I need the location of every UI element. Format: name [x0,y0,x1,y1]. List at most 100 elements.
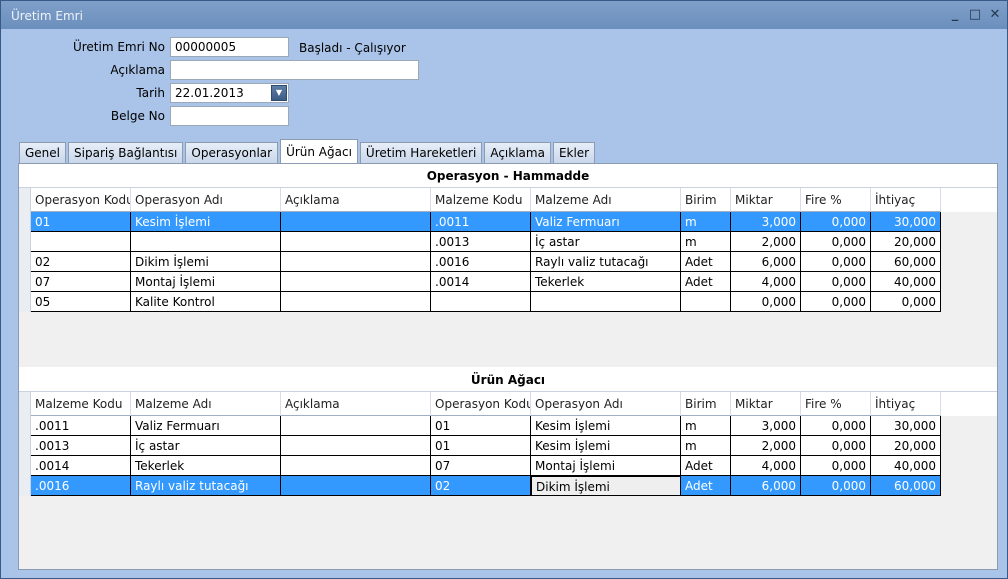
table-cell[interactable] [281,252,431,272]
row-indicator[interactable] [19,456,31,476]
table-cell[interactable]: 0,000 [871,292,941,312]
table-cell[interactable]: 40,000 [871,272,941,292]
table-cell[interactable] [281,212,431,232]
table-row[interactable]: 01 Kesim İşlemi .0011 Valiz Fermuarı m 3,000 0… [19,212,997,232]
column-header[interactable]: İhtiyaç [871,188,941,212]
column-header[interactable]: Malzeme Adı [131,392,281,416]
row-indicator[interactable] [19,436,31,456]
column-header[interactable]: Operasyon Kodu [431,392,531,416]
tab-1[interactable]: Sipariş Bağlantısı [68,142,184,163]
table-cell[interactable]: 0,000 [801,456,871,476]
table-cell[interactable] [281,416,431,436]
table-cell[interactable] [281,436,431,456]
table-cell[interactable]: Valiz Fermuarı [131,416,281,436]
table-cell[interactable]: 60,000 [871,252,941,272]
table-cell[interactable]: 60,000 [871,476,941,496]
table-cell[interactable] [131,232,281,252]
column-header[interactable]: Malzeme Adı [531,188,681,212]
table-row[interactable]: .0014 Tekerlek 07 Montaj İşlemi Adet 4,000 0,0… [19,456,997,476]
table-cell[interactable] [281,476,431,496]
table-cell[interactable] [531,292,681,312]
emri-no-field[interactable]: 00000005 [170,37,289,57]
tab-2[interactable]: Operasyonlar [185,142,279,163]
table-cell[interactable]: .0014 [31,456,131,476]
row-indicator[interactable] [19,476,31,496]
table-cell[interactable]: 4,000 [731,456,801,476]
table-cell[interactable]: 0,000 [731,292,801,312]
table-cell[interactable]: 3,000 [731,212,801,232]
table-cell[interactable]: Tekerlek [131,456,281,476]
table-cell[interactable] [281,456,431,476]
table-cell[interactable]: 02 [431,476,531,496]
table-cell[interactable] [281,232,431,252]
table-cell[interactable]: 6,000 [731,476,801,496]
table-cell[interactable]: İç astar [131,436,281,456]
minimize-icon[interactable]: _ [947,7,963,23]
table-cell[interactable] [281,292,431,312]
table-cell[interactable]: Valiz Fermuarı [531,212,681,232]
tab-3[interactable]: Ürün Ağacı [280,139,358,163]
table-cell[interactable]: Dikim İşlemi [531,476,681,496]
row-indicator[interactable] [19,416,31,436]
table-cell[interactable]: Kesim İşlemi [531,436,681,456]
column-header[interactable]: Fire % [801,188,871,212]
column-header[interactable]: Birim [681,188,731,212]
row-indicator[interactable] [19,212,31,232]
table-cell[interactable]: Adet [681,476,731,496]
table-cell[interactable]: 2,000 [731,232,801,252]
table-cell[interactable]: 07 [431,456,531,476]
table-cell[interactable]: 0,000 [801,232,871,252]
column-header[interactable]: Operasyon Adı [531,392,681,416]
table-row[interactable]: 05 Kalite Kontrol 0,000 0,000 0,000 [19,292,997,312]
belge-no-field[interactable] [170,106,289,126]
table-cell[interactable]: Tekerlek [531,272,681,292]
table-cell[interactable]: 0,000 [801,212,871,232]
table-cell[interactable]: 01 [31,212,131,232]
table-cell[interactable]: .0013 [431,232,531,252]
table-cell[interactable]: 0,000 [801,252,871,272]
table-row[interactable]: 07 Montaj İşlemi .0014 Tekerlek Adet 4,000 0,0… [19,272,997,292]
column-header[interactable]: Malzeme Kodu [31,392,131,416]
table-cell[interactable]: 0,000 [801,436,871,456]
column-header[interactable]: Miktar [731,392,801,416]
column-header[interactable]: Malzeme Kodu [431,188,531,212]
table-cell[interactable]: İç astar [531,232,681,252]
column-header[interactable]: Miktar [731,188,801,212]
row-indicator[interactable] [19,272,31,292]
table-cell[interactable]: 07 [31,272,131,292]
table-cell[interactable]: .0016 [431,252,531,272]
table-cell[interactable]: 4,000 [731,272,801,292]
column-header[interactable]: Açıklama [281,188,431,212]
table-row[interactable]: .0013 İç astar m 2,000 0,000 20,000 [19,232,997,252]
table-cell[interactable]: 40,000 [871,456,941,476]
tarih-field[interactable]: 22.01.2013 ▼ [170,83,289,103]
table-cell[interactable]: 30,000 [871,416,941,436]
table-cell[interactable]: 0,000 [801,292,871,312]
calendar-dropdown-icon[interactable]: ▼ [271,85,287,101]
column-header[interactable]: Operasyon Adı [131,188,281,212]
table-cell[interactable]: .0011 [431,212,531,232]
table-cell[interactable]: .0013 [31,436,131,456]
table-cell[interactable]: .0011 [31,416,131,436]
table-row[interactable]: .0011 Valiz Fermuarı 01 Kesim İşlemi m 3,000 0… [19,416,997,436]
table-cell[interactable]: Kesim İşlemi [531,416,681,436]
column-header[interactable]: Operasyon Kodu [31,188,131,212]
table-cell[interactable]: 02 [31,252,131,272]
table-cell[interactable]: Adet [681,272,731,292]
table-cell[interactable]: 6,000 [731,252,801,272]
table-cell[interactable]: 30,000 [871,212,941,232]
row-indicator[interactable] [19,292,31,312]
table-cell[interactable]: 05 [31,292,131,312]
table-row[interactable]: 02 Dikim İşlemi .0016 Raylı valiz tutacağı A… [19,252,997,272]
table-cell[interactable]: m [681,212,731,232]
table-cell[interactable]: .0014 [431,272,531,292]
table-row[interactable]: .0016 Raylı valiz tutacağı 02 Dikim İşlemi A… [19,476,997,496]
table-cell[interactable]: Adet [681,252,731,272]
table-cell[interactable]: 01 [431,416,531,436]
table-cell[interactable]: Raylı valiz tutacağı [531,252,681,272]
table-cell[interactable]: .0016 [31,476,131,496]
table-cell[interactable]: 2,000 [731,436,801,456]
table-cell[interactable] [281,272,431,292]
table-cell[interactable]: Montaj İşlemi [131,272,281,292]
close-icon[interactable]: ✕ [987,7,1003,23]
